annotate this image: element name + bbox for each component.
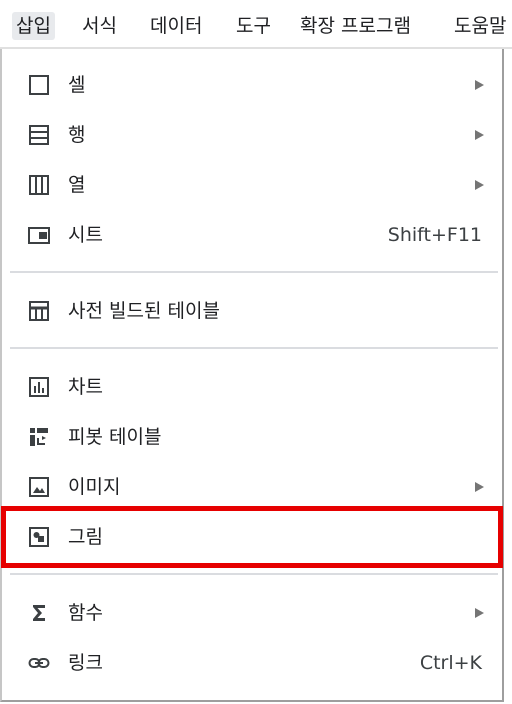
menu-item-sheet-label: 시트	[68, 224, 103, 246]
menu-item-prebuilt-table-label: 사전 빌드된 테이블	[68, 300, 220, 322]
menu-item-column[interactable]: 열	[2, 163, 502, 207]
sigma-icon	[28, 602, 50, 624]
row-icon	[28, 124, 50, 146]
cell-square-icon	[28, 74, 50, 96]
menu-divider	[10, 347, 498, 349]
menu-insert[interactable]: 삽입	[12, 12, 55, 40]
menu-bar: 삽입 서식 데이터 도구 확장 프로그램 도움말	[0, 0, 512, 50]
submenu-arrow-icon	[475, 130, 484, 140]
menu-item-row[interactable]: 행	[2, 113, 502, 157]
menu-tools[interactable]: 도구	[232, 12, 275, 40]
menu-divider	[10, 271, 498, 273]
menu-format[interactable]: 서식	[78, 12, 121, 40]
menu-item-image[interactable]: 이미지	[2, 465, 502, 509]
submenu-arrow-icon	[475, 80, 484, 90]
insert-dropdown-menu: 셀 행 열 시트 Shift+F11 사전 빌드된 테이블 차트 피봇 테이블 …	[0, 49, 504, 702]
shortcut-ctrl-k: Ctrl+K	[419, 652, 482, 674]
highlight-box	[1, 506, 503, 568]
menu-item-image-label: 이미지	[68, 476, 121, 498]
menu-item-link-label: 링크	[68, 652, 103, 674]
menu-item-cell-label: 셀	[68, 74, 86, 96]
menu-data[interactable]: 데이터	[146, 12, 206, 40]
pivot-table-icon	[28, 426, 50, 448]
menu-item-link[interactable]: 링크 Ctrl+K	[2, 641, 502, 685]
bar-chart-icon	[28, 376, 50, 398]
menu-divider	[10, 573, 498, 575]
column-icon	[28, 174, 50, 196]
menu-item-function[interactable]: 함수	[2, 591, 502, 635]
menu-help[interactable]: 도움말	[450, 12, 510, 40]
menu-item-chart-label: 차트	[68, 376, 103, 398]
menu-item-pivot-table-label: 피봇 테이블	[68, 426, 162, 448]
menu-item-chart[interactable]: 차트	[2, 365, 502, 409]
image-icon	[28, 476, 50, 498]
menu-item-pivot-table[interactable]: 피봇 테이블	[2, 415, 502, 459]
submenu-arrow-icon	[475, 180, 484, 190]
menu-item-prebuilt-table[interactable]: 사전 빌드된 테이블	[2, 289, 502, 333]
shortcut-shift-f11: Shift+F11	[387, 224, 482, 246]
menu-item-column-label: 열	[68, 174, 86, 196]
menu-extensions[interactable]: 확장 프로그램	[296, 12, 415, 40]
submenu-arrow-icon	[475, 608, 484, 618]
table-icon	[28, 300, 50, 322]
menu-item-sheet[interactable]: 시트 Shift+F11	[2, 213, 502, 257]
link-icon	[28, 652, 50, 674]
menu-item-cell[interactable]: 셀	[2, 63, 502, 107]
menu-item-row-label: 행	[68, 124, 86, 146]
submenu-arrow-icon	[475, 482, 484, 492]
menu-item-function-label: 함수	[68, 602, 103, 624]
sheet-icon	[28, 224, 50, 246]
